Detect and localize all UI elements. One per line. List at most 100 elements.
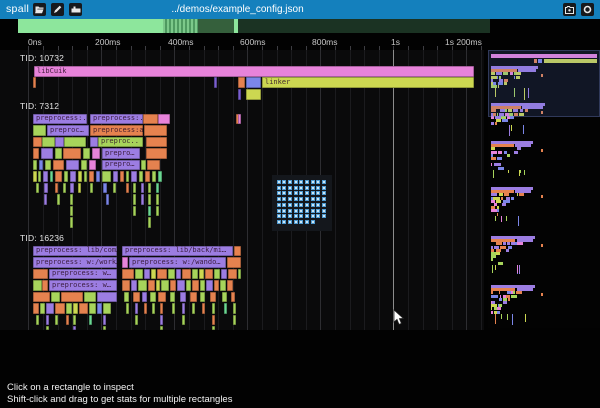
flame-bar[interactable] [89,171,94,182]
flame-bar[interactable] [73,303,78,314]
flame-bar[interactable] [122,257,128,268]
flame-bar[interactable] [36,183,39,194]
flame-bar[interactable]: preprocess: w… [49,269,117,280]
flame-bar[interactable] [124,292,129,303]
flame-bar[interactable] [192,280,199,291]
flame-bar[interactable] [51,292,60,303]
flame-bar[interactable] [227,280,233,291]
flame-bar[interactable] [190,292,197,303]
flame-bar[interactable] [55,137,64,148]
flame-bar[interactable] [199,269,204,280]
flame-bar[interactable] [33,269,48,280]
flame-bar[interactable] [143,114,158,125]
flame-bar[interactable] [152,303,155,314]
flame-bar[interactable] [33,77,36,88]
flame-bar[interactable] [46,326,49,330]
flame-bar[interactable] [176,269,181,280]
flame-bar[interactable] [172,303,175,314]
flame-bar[interactable] [61,292,83,303]
flame-bar[interactable] [63,148,81,159]
flame-bar[interactable]: preprocess:a… [90,125,143,136]
flame-bar[interactable] [113,183,116,194]
flame-bar[interactable] [139,171,143,182]
flame-bar[interactable] [36,315,39,326]
screenshot-button[interactable] [563,3,576,16]
flame-bar[interactable] [46,303,54,314]
flame-bar[interactable]: preprocess: lib/com… [33,246,117,257]
flame-bar[interactable] [170,280,176,291]
flame-bar[interactable] [141,194,144,205]
flame-bar[interactable] [151,269,156,280]
flame-bar[interactable] [126,171,129,182]
flame-bar[interactable] [170,292,175,303]
flame-bar[interactable] [182,315,185,326]
flame-bar[interactable] [83,148,90,159]
flame-bar[interactable] [33,148,39,159]
flame-bar[interactable] [145,171,150,182]
flame-bar[interactable] [220,280,226,291]
overview-segment[interactable] [18,19,163,33]
flame-bar[interactable] [234,246,241,257]
flame-bar[interactable] [160,303,163,314]
flame-bar[interactable] [214,269,220,280]
flame-bar[interactable]: preprocess: w… [49,280,117,291]
flame-bar[interactable] [79,303,88,314]
flame-bar[interactable] [131,280,137,291]
flame-bar[interactable] [206,280,213,291]
flame-bar[interactable] [42,137,55,148]
flame-bar[interactable] [146,137,167,148]
flame-bar[interactable] [120,171,124,182]
flame-bar[interactable] [33,292,50,303]
flame-bar[interactable] [70,206,73,217]
flame-bar[interactable] [233,315,236,326]
flame-bar[interactable] [55,315,58,326]
flame-bar[interactable] [42,280,48,291]
flame-bar[interactable] [152,171,156,182]
flame-bar[interactable] [180,292,186,303]
flame-bar[interactable]: linker [262,77,474,88]
flame-bar[interactable] [70,183,74,194]
flame-bar[interactable] [103,183,107,194]
flame-bar[interactable] [228,269,237,280]
overview-segment[interactable] [238,19,490,33]
flame-bar[interactable] [40,303,45,314]
flame-bar[interactable]: preprocess: lib/back/mi… [122,246,233,257]
flame-bar[interactable] [57,194,60,205]
flame-bar[interactable] [148,206,151,217]
flame-bar[interactable] [97,292,117,303]
flame-bar[interactable] [133,292,140,303]
flame-bar[interactable] [55,148,62,159]
flame-bar[interactable] [133,194,136,205]
flame-bar[interactable] [39,160,43,171]
flame-bar[interactable] [106,194,109,205]
flame-bar[interactable] [148,217,151,228]
flame-bar[interactable] [205,269,213,280]
flame-bar[interactable] [214,77,217,88]
flame-bar[interactable] [135,303,138,314]
flame-bar[interactable] [182,303,185,314]
flame-bar[interactable] [90,183,93,194]
flame-bar[interactable] [158,171,162,182]
flame-bar[interactable] [45,160,51,171]
flame-bar[interactable] [238,89,241,100]
flame-bar[interactable]: preprocess: w:/work… [33,257,117,268]
flame-bar[interactable] [158,114,170,125]
flame-bar[interactable] [141,183,144,194]
flame-bar[interactable] [38,171,41,182]
flame-bar[interactable] [126,183,129,194]
flame-bar[interactable] [102,171,111,182]
flame-bar[interactable] [202,303,205,314]
flame-bar[interactable] [33,137,42,148]
flame-bar[interactable] [212,303,215,314]
flame-bar[interactable] [182,269,191,280]
flame-bar[interactable] [96,171,100,182]
edit-button[interactable] [51,3,64,16]
flame-bar[interactable] [70,171,76,182]
flame-bar[interactable] [177,280,185,291]
flame-bar[interactable] [55,171,62,182]
flame-bar[interactable] [148,280,155,291]
flame-bar[interactable] [168,269,175,280]
flame-bar[interactable] [158,292,166,303]
flame-bar[interactable] [156,280,160,291]
overview-segment[interactable] [198,19,234,33]
